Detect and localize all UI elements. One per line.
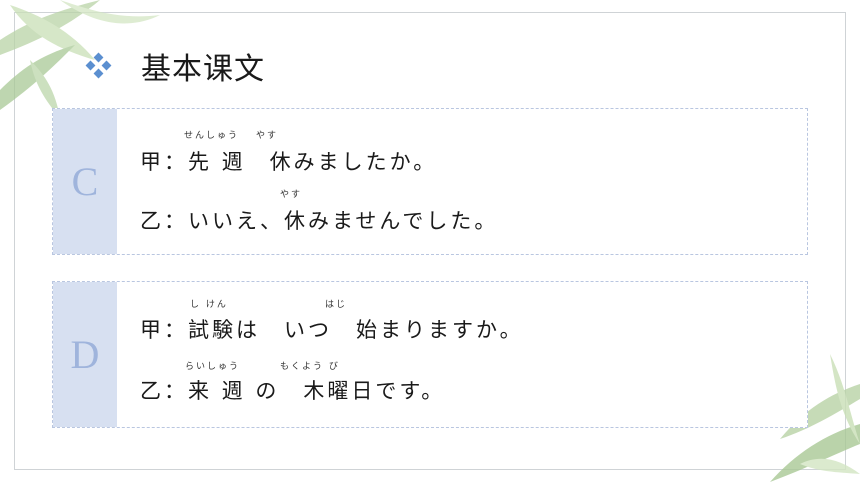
dialogue-card-d: D <box>52 281 808 428</box>
dialogue-line: 甲：先 週 休みましたか。 <box>140 150 438 174</box>
card-tag: C <box>53 109 117 254</box>
furigana: し けん <box>190 300 228 310</box>
furigana: らいしゅう <box>185 362 241 372</box>
diamond-bullet-icon <box>85 52 112 79</box>
card-tag: D <box>53 282 117 427</box>
furigana: やす <box>256 131 279 141</box>
furigana: はじ <box>325 300 348 310</box>
furigana: せんしゅう <box>184 131 240 141</box>
furigana: もくよう び <box>280 362 340 372</box>
dialogue-line: 乙：来 週 の 木曜日です。 <box>140 379 446 403</box>
furigana: やす <box>280 190 303 200</box>
dialogue-line: 甲：試験は いつ 始まりますか。 <box>140 318 524 342</box>
dialogue-line: 乙：いいえ、休みませんでした。 <box>140 209 499 233</box>
page-title: 基本课文 <box>141 52 265 87</box>
